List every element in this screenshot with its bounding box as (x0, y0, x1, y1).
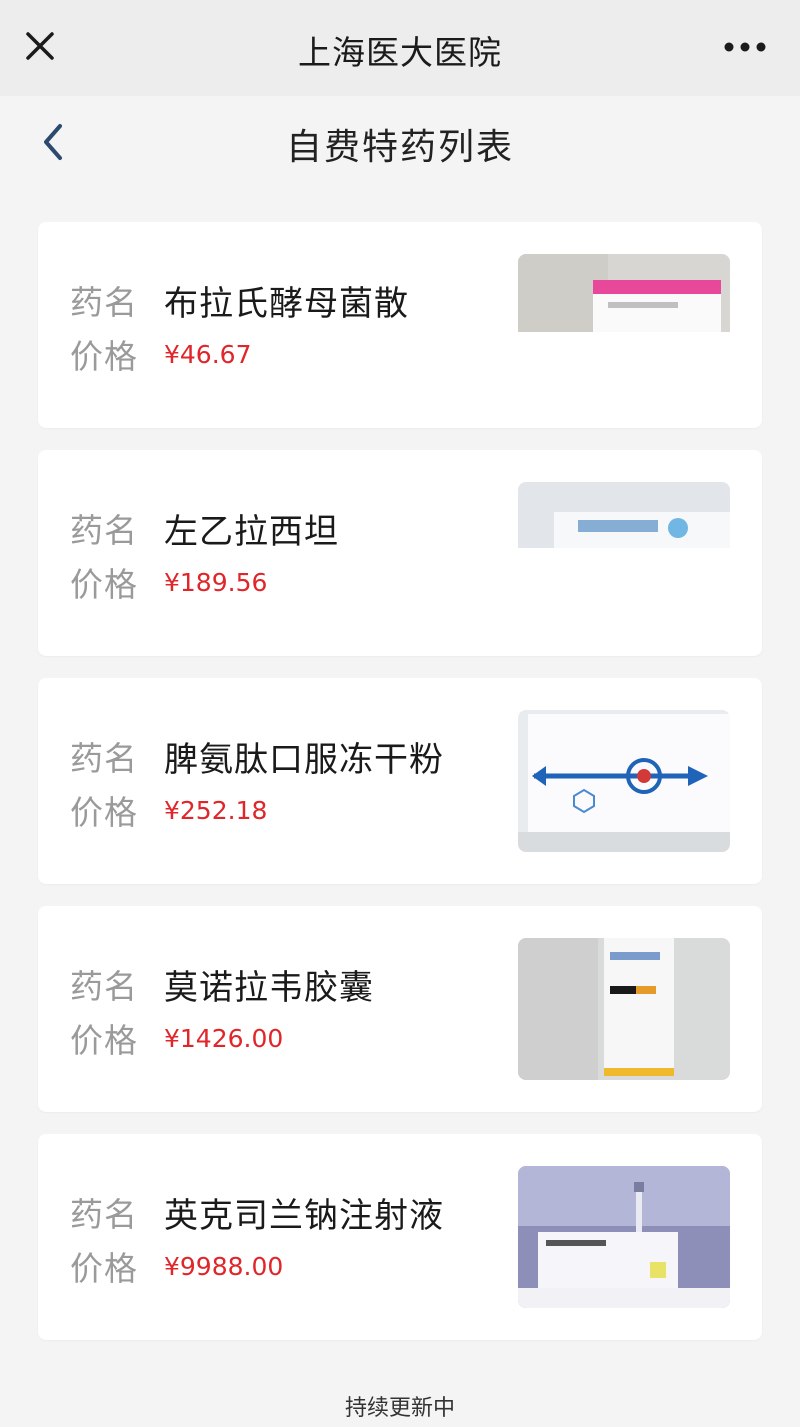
drug-name-row: 药名 莫诺拉韦胶囊 (70, 962, 374, 1008)
wechat-top-bar: 上海医大医院 (0, 0, 800, 96)
drug-price-row: 价格 ¥189.56 (70, 560, 267, 604)
name-label: 药名 (70, 511, 138, 550)
drug-card[interactable]: 药名 布拉氏酵母菌散 价格 ¥46.67 (38, 222, 762, 428)
drug-price-row: 价格 ¥46.67 (70, 332, 251, 376)
footer-note: 持续更新中 (344, 1396, 455, 1421)
drug-image (518, 482, 730, 624)
page-title: 自费特药列表 (285, 127, 514, 168)
drug-name: 左乙拉西坦 (164, 511, 339, 552)
price-label: 价格 (70, 793, 138, 832)
drug-price: ¥46.67 (164, 339, 252, 369)
drug-price-row: 价格 ¥9988.00 (70, 1244, 283, 1288)
drug-name: 英克司兰钠注射液 (164, 1195, 444, 1236)
drug-name-row: 药名 布拉氏酵母菌散 (70, 278, 409, 324)
drug-price-row: 价格 ¥252.18 (70, 788, 267, 832)
drug-name-row: 药名 英克司兰钠注射液 (70, 1190, 444, 1236)
drug-price: ¥1426.00 (164, 1023, 284, 1053)
drug-name: 脾氨肽口服冻干粉 (164, 739, 444, 780)
drug-name: 布拉氏酵母菌散 (164, 283, 409, 324)
more-icon[interactable] (724, 42, 766, 52)
price-label: 价格 (70, 337, 138, 376)
drug-card[interactable]: 药名 左乙拉西坦 价格 ¥189.56 (38, 450, 762, 656)
drug-name-row: 药名 脾氨肽口服冻干粉 (70, 734, 444, 780)
drug-image (518, 710, 730, 852)
price-label: 价格 (70, 1021, 138, 1060)
drug-image (518, 1166, 730, 1308)
drug-price: ¥252.18 (164, 795, 268, 825)
drug-card[interactable]: 药名 英克司兰钠注射液 价格 ¥9988.00 (38, 1134, 762, 1340)
name-label: 药名 (70, 1195, 138, 1234)
price-label: 价格 (70, 1249, 138, 1288)
drug-card[interactable]: 药名 莫诺拉韦胶囊 价格 ¥1426.00 (38, 906, 762, 1112)
drug-price: ¥9988.00 (164, 1251, 284, 1281)
name-label: 药名 (70, 967, 138, 1006)
drug-image (518, 938, 730, 1080)
drug-card[interactable]: 药名 脾氨肽口服冻干粉 价格 ¥252.18 (38, 678, 762, 884)
drug-list: 药名 布拉氏酵母菌散 价格 ¥46.67 药名 左乙拉西坦 价格 ¥189.56 (38, 222, 762, 1362)
app-title: 上海医大医院 (298, 33, 502, 72)
page-header: 自费特药列表 (0, 96, 800, 206)
drug-name: 莫诺拉韦胶囊 (164, 967, 374, 1008)
name-label: 药名 (70, 283, 138, 322)
drug-name-row: 药名 左乙拉西坦 (70, 506, 339, 552)
price-label: 价格 (70, 565, 138, 604)
drug-image (518, 254, 730, 396)
drug-price: ¥189.56 (164, 567, 268, 597)
name-label: 药名 (70, 739, 138, 778)
drug-price-row: 价格 ¥1426.00 (70, 1016, 283, 1060)
